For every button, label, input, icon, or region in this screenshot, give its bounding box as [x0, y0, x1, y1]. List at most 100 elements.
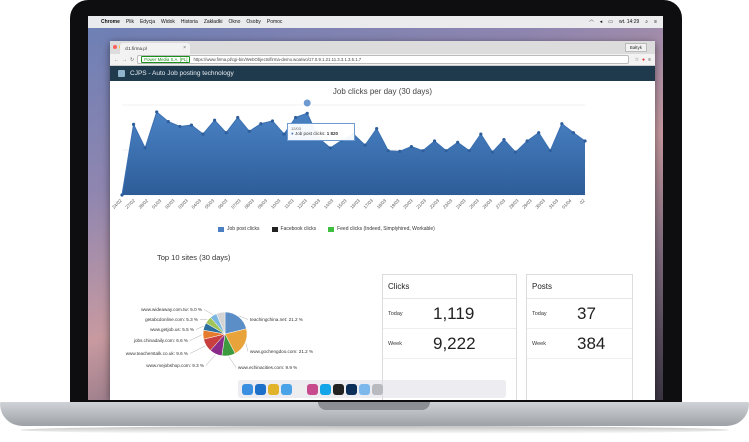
- data-point[interactable]: [270, 119, 275, 123]
- data-point[interactable]: [548, 149, 552, 153]
- menu-item-view[interactable]: Widok: [161, 19, 175, 25]
- legend-facebook[interactable]: Facebook clicks: [271, 226, 316, 232]
- finder-icon[interactable]: [242, 383, 253, 395]
- data-point[interactable]: [537, 131, 541, 135]
- data-point[interactable]: [467, 149, 471, 153]
- secure-badge[interactable]: Power Media S.A. [PL]: [141, 56, 191, 63]
- row-label: Today: [388, 310, 403, 317]
- data-point[interactable]: [490, 150, 494, 154]
- battery-icon[interactable]: ▭: [608, 19, 613, 25]
- data-point[interactable]: [155, 110, 159, 114]
- data-point[interactable]: [120, 193, 124, 197]
- data-point[interactable]: [328, 146, 332, 150]
- photoshop-icon[interactable]: [346, 383, 357, 395]
- pie-label: www.echinacities.com: 9.9 %: [238, 365, 297, 370]
- volume-icon[interactable]: ◂: [600, 19, 603, 25]
- calendar-icon[interactable]: [294, 383, 305, 395]
- address-bar[interactable]: Power Media S.A. [PL] https://www.firma.…: [137, 55, 629, 64]
- highlighted-point[interactable]: [302, 98, 312, 108]
- data-point[interactable]: [178, 124, 182, 129]
- menu-item-help[interactable]: Pomoc: [267, 19, 283, 25]
- data-point[interactable]: [583, 139, 587, 143]
- menu-item-people[interactable]: Osoby: [246, 19, 260, 25]
- data-point[interactable]: [502, 138, 506, 142]
- menu-item-window[interactable]: Okno: [228, 19, 240, 25]
- data-point[interactable]: [571, 131, 576, 135]
- data-point[interactable]: [560, 122, 564, 126]
- star-icon[interactable]: ☆: [635, 57, 639, 63]
- data-point[interactable]: [224, 131, 228, 135]
- data-point[interactable]: [525, 139, 529, 143]
- data-point[interactable]: [513, 150, 518, 154]
- back-icon[interactable]: ←: [114, 57, 119, 63]
- clicks-today-row: Today 1,119: [383, 299, 516, 329]
- menu-item-bookmarks[interactable]: Zakładki: [204, 19, 223, 25]
- data-point[interactable]: [398, 149, 402, 153]
- site-title[interactable]: CJPS - Auto Job posting technology: [130, 70, 234, 77]
- x-tick-label: 10/03: [270, 198, 282, 210]
- data-point[interactable]: [456, 140, 460, 144]
- data-point[interactable]: [236, 115, 240, 120]
- reload-icon[interactable]: ↻: [130, 57, 134, 63]
- tab-close-icon[interactable]: ×: [183, 45, 186, 51]
- data-point[interactable]: [305, 111, 309, 115]
- trash-icon[interactable]: [372, 383, 383, 395]
- search-icon[interactable]: ⌕: [645, 19, 648, 25]
- toolbar-extensions: ☆ ● ≡: [635, 57, 655, 63]
- x-tick-label: 27/02: [124, 198, 136, 210]
- data-point[interactable]: [421, 149, 425, 153]
- list-icon[interactable]: ≡: [654, 19, 657, 25]
- legend-feed[interactable]: Feed clicks (Indeed, Simplyhired, Workab…: [328, 226, 435, 232]
- data-point[interactable]: [375, 126, 379, 131]
- legend-job-post[interactable]: Job post clicks: [218, 226, 260, 232]
- pie-leader-line: [205, 354, 216, 366]
- forward-icon[interactable]: →: [122, 57, 127, 63]
- data-point[interactable]: [386, 149, 390, 153]
- data-point[interactable]: [247, 129, 251, 133]
- chrome-icon[interactable]: [268, 383, 279, 395]
- menu-item-history[interactable]: Historia: [181, 19, 198, 25]
- menu-icon[interactable]: ≡: [648, 57, 651, 63]
- menubar-clock[interactable]: wt. 14:29: [619, 19, 639, 25]
- data-point[interactable]: [409, 144, 413, 149]
- x-tick-label: 21/03: [415, 198, 427, 210]
- url-text[interactable]: https://www.firma.pl/cgi-bin/WebObjects/…: [193, 57, 361, 62]
- chart-tooltip: 12/03 ● Job post clicks: 1 820: [287, 123, 355, 141]
- data-point[interactable]: [259, 122, 263, 126]
- terminal-icon[interactable]: [333, 383, 344, 395]
- mail-icon[interactable]: [281, 383, 292, 395]
- data-point[interactable]: [432, 139, 437, 143]
- data-point[interactable]: [201, 132, 205, 136]
- data-point[interactable]: [143, 146, 147, 150]
- data-point[interactable]: [282, 132, 286, 136]
- menu-item-file[interactable]: Plik: [126, 19, 134, 25]
- x-tick-label: 27/03: [495, 198, 507, 210]
- pie-label: jobs.chinadaily.com: 6.6 %: [133, 338, 188, 343]
- safari-icon[interactable]: [255, 383, 266, 395]
- browser-tab[interactable]: cl1.firma.pl ×: [120, 43, 190, 54]
- data-point[interactable]: [479, 132, 483, 136]
- data-point[interactable]: [294, 115, 298, 120]
- site-logo-icon[interactable]: [118, 70, 125, 77]
- x-tick-label: 28/03: [508, 198, 520, 210]
- close-window-icon[interactable]: [113, 45, 117, 49]
- photos-icon[interactable]: [307, 383, 318, 395]
- data-point[interactable]: [166, 120, 170, 124]
- data-point[interactable]: [213, 118, 217, 122]
- skype-icon[interactable]: [320, 383, 331, 395]
- data-point[interactable]: [131, 122, 136, 126]
- data-point[interactable]: [444, 149, 448, 153]
- menu-item-edit[interactable]: Edycja: [140, 19, 155, 25]
- x-tick-label: 24/03: [455, 198, 467, 210]
- pie-leader-line: [195, 325, 204, 330]
- menu-app-name[interactable]: Chrome: [101, 19, 120, 25]
- x-tick-label: 06/03: [217, 198, 229, 210]
- folder-icon[interactable]: [359, 383, 370, 395]
- data-point[interactable]: [189, 123, 194, 127]
- browser-toolbar: ← → ↻ Power Media S.A. [PL] https://www.…: [110, 54, 655, 66]
- data-point[interactable]: [363, 143, 367, 147]
- x-tick-label: 01/04: [561, 198, 573, 210]
- extension-icon[interactable]: ●: [642, 57, 645, 63]
- wifi-icon[interactable]: ◠: [589, 19, 593, 25]
- profile-button[interactable]: Bałtyk: [624, 43, 647, 52]
